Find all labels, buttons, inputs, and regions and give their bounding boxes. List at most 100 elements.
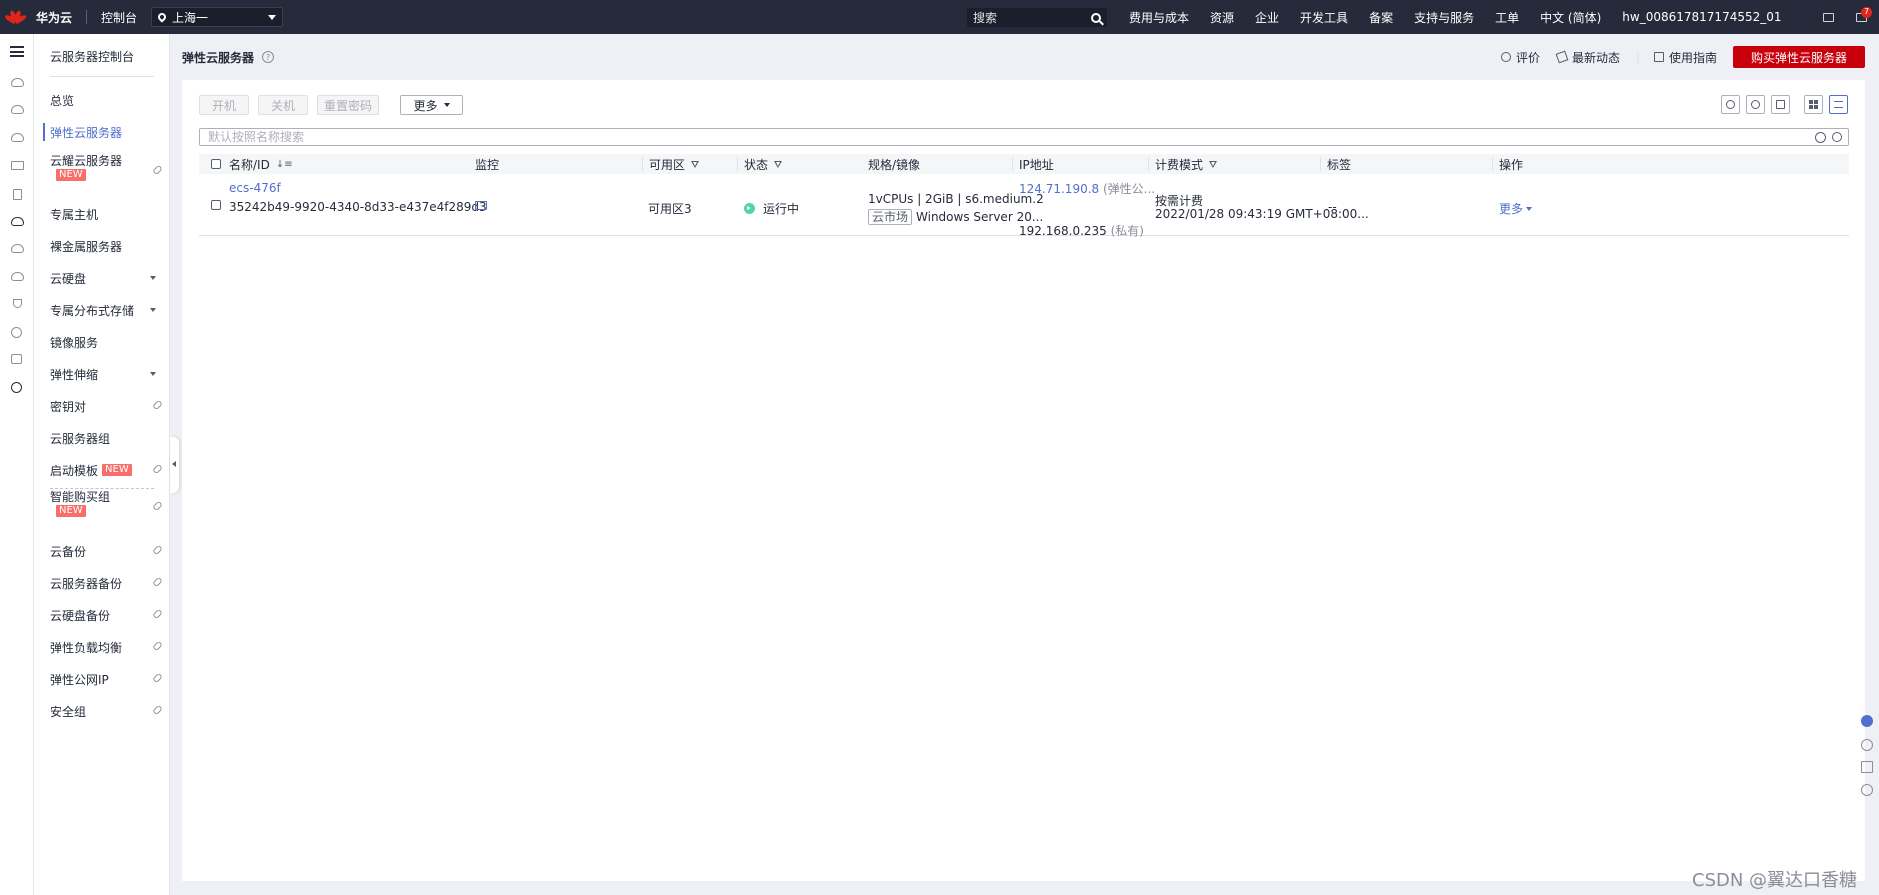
column-divider: [1148, 157, 1149, 171]
terminal-icon[interactable]: [1823, 12, 1834, 22]
settings-button[interactable]: [1746, 95, 1765, 114]
sidebar-item-keypair[interactable]: 密钥对: [50, 396, 168, 416]
news-link[interactable]: 最新动态: [1555, 47, 1620, 67]
people-icon[interactable]: [11, 354, 22, 364]
monitor-button[interactable]: [475, 201, 487, 210]
sidebar-item-cbr[interactable]: 云备份: [50, 541, 168, 561]
gear-icon[interactable]: [1815, 132, 1826, 143]
running-status-icon: [744, 203, 755, 214]
sidebar-item-elb[interactable]: 弹性负载均衡: [50, 637, 168, 657]
filter-icon[interactable]: [691, 160, 700, 168]
select-all-checkbox[interactable]: [211, 154, 221, 174]
row-more-label: 更多: [1499, 202, 1524, 216]
nav-resources[interactable]: 资源: [1210, 9, 1234, 26]
rate-link[interactable]: 评价: [1501, 47, 1540, 67]
filter-icon[interactable]: [1209, 160, 1218, 168]
sidebar-item-security-group[interactable]: 安全组: [50, 701, 168, 721]
filter-icon[interactable]: [774, 160, 783, 168]
column-billing[interactable]: 计费模式: [1155, 154, 1218, 174]
sidebar-item-overview[interactable]: 总览: [50, 90, 168, 110]
row-checkbox[interactable]: [211, 200, 221, 210]
card-view-button[interactable]: [1804, 95, 1823, 114]
sidebar-title[interactable]: 云服务器控制台: [50, 48, 134, 65]
sidebar-item-server-backup[interactable]: 云服务器备份: [50, 573, 168, 593]
sidebar-item-smart-purchase[interactable]: 智能购买组 NEW: [50, 489, 168, 525]
sidebar-item-evs[interactable]: 云硬盘: [50, 268, 168, 288]
tag-circle-icon[interactable]: [11, 327, 22, 338]
sidebar-item-label: 弹性公网IP: [50, 672, 109, 687]
feedback-icon[interactable]: [1861, 761, 1873, 773]
buy-ecs-button[interactable]: 购买弹性云服务器: [1733, 46, 1865, 68]
divider: [86, 10, 88, 24]
cloud-service-icon[interactable]: [11, 133, 24, 142]
nav-account[interactable]: hw_008617817174552_01: [1622, 10, 1781, 24]
global-search-placeholder: 搜索: [973, 11, 998, 25]
column-zone[interactable]: 可用区: [649, 154, 700, 174]
sidebar-item-dedicated-host[interactable]: 专属主机: [50, 204, 168, 224]
table-row: ecs-476f 35242b49-9920-4340-8d33-e437e4f…: [199, 174, 1849, 238]
start-button[interactable]: 开机: [199, 95, 249, 115]
search-icon[interactable]: [1091, 12, 1101, 23]
nav-tickets[interactable]: 工单: [1495, 9, 1519, 26]
column-name-id[interactable]: 名称/ID ↓≡: [229, 154, 293, 174]
guide-label: 使用指南: [1669, 50, 1718, 65]
region-selector[interactable]: 上海一: [151, 7, 284, 27]
sidebar-item-bms[interactable]: 裸金属服务器: [50, 236, 168, 256]
reset-password-button[interactable]: 重置密码: [317, 95, 379, 115]
nav-devtools[interactable]: 开发工具: [1300, 9, 1348, 26]
nav-icp[interactable]: 备案: [1369, 9, 1393, 26]
menu-icon[interactable]: [10, 46, 24, 57]
list-view-button[interactable]: [1829, 95, 1848, 114]
message-icon[interactable]: 7: [1856, 6, 1872, 22]
sidebar-item-eip[interactable]: 弹性公网IP: [50, 669, 168, 689]
checkbox[interactable]: [211, 200, 221, 210]
nav-cost[interactable]: 费用与成本: [1129, 9, 1189, 26]
instance-search-bar[interactable]: [199, 128, 1849, 146]
public-ip-link[interactable]: 124.71.190.8: [1019, 182, 1099, 196]
cloud-service-icon[interactable]: [11, 105, 24, 114]
global-search-input[interactable]: 搜索: [967, 8, 1107, 27]
help-icon[interactable]: ?: [262, 51, 274, 63]
refresh-button[interactable]: [1721, 95, 1740, 114]
monitor-icon[interactable]: [11, 161, 24, 170]
more-actions-dropdown[interactable]: 更多: [400, 95, 463, 115]
cloud-upload-icon[interactable]: [11, 244, 24, 253]
nav-language[interactable]: 中文 (简体): [1540, 9, 1601, 26]
smile-icon[interactable]: [1861, 784, 1873, 796]
column-status[interactable]: 状态: [744, 154, 783, 174]
sidebar-item-launch-template[interactable]: 启动模板 NEW: [50, 460, 168, 480]
console-link[interactable]: 控制台: [101, 9, 137, 26]
sidebar-item-hecs[interactable]: 云耀云服务器 NEW: [50, 153, 168, 189]
chat-icon[interactable]: [1861, 715, 1873, 727]
cloud-icon[interactable]: [11, 272, 24, 281]
search-icon[interactable]: [1832, 132, 1842, 142]
cloud-service-icon[interactable]: [11, 78, 24, 87]
sidebar-item-ims[interactable]: 镜像服务: [50, 332, 168, 352]
globe-icon[interactable]: [11, 382, 22, 393]
guide-link[interactable]: 使用指南: [1654, 47, 1717, 67]
instance-name-link[interactable]: ecs-476f: [229, 181, 281, 195]
sidebar-item-label: 裸金属服务器: [50, 239, 123, 254]
checkbox[interactable]: [211, 159, 221, 169]
brand-name[interactable]: 华为云: [36, 9, 72, 26]
column-divider: [642, 157, 643, 171]
sidebar-item-disk-backup[interactable]: 云硬盘备份: [50, 605, 168, 625]
sidebar-item-as[interactable]: 弹性伸缩: [50, 364, 168, 384]
search-input[interactable]: [208, 130, 1708, 144]
huawei-logo-icon[interactable]: [0, 0, 30, 34]
help-icon[interactable]: [1861, 739, 1873, 751]
anchor-icon[interactable]: [13, 299, 22, 308]
sidebar-collapse-button[interactable]: [170, 437, 179, 493]
nav-enterprise[interactable]: 企业: [1255, 9, 1279, 26]
export-button[interactable]: [1771, 95, 1790, 114]
sidebar-item-ecs[interactable]: 弹性云服务器: [50, 122, 168, 142]
sidebar-item-server-group[interactable]: 云服务器组: [50, 428, 168, 448]
sidebar-item-label: 镜像服务: [50, 335, 99, 350]
nav-support[interactable]: 支持与服务: [1414, 9, 1474, 26]
row-more-dropdown[interactable]: 更多: [1499, 200, 1533, 217]
cloud-icon[interactable]: [11, 217, 24, 226]
sidebar-item-dss[interactable]: 专属分布式存储: [50, 300, 168, 320]
stop-button[interactable]: 关机: [258, 95, 308, 115]
document-icon[interactable]: [13, 189, 22, 200]
sort-icon[interactable]: ↓≡: [276, 159, 293, 170]
